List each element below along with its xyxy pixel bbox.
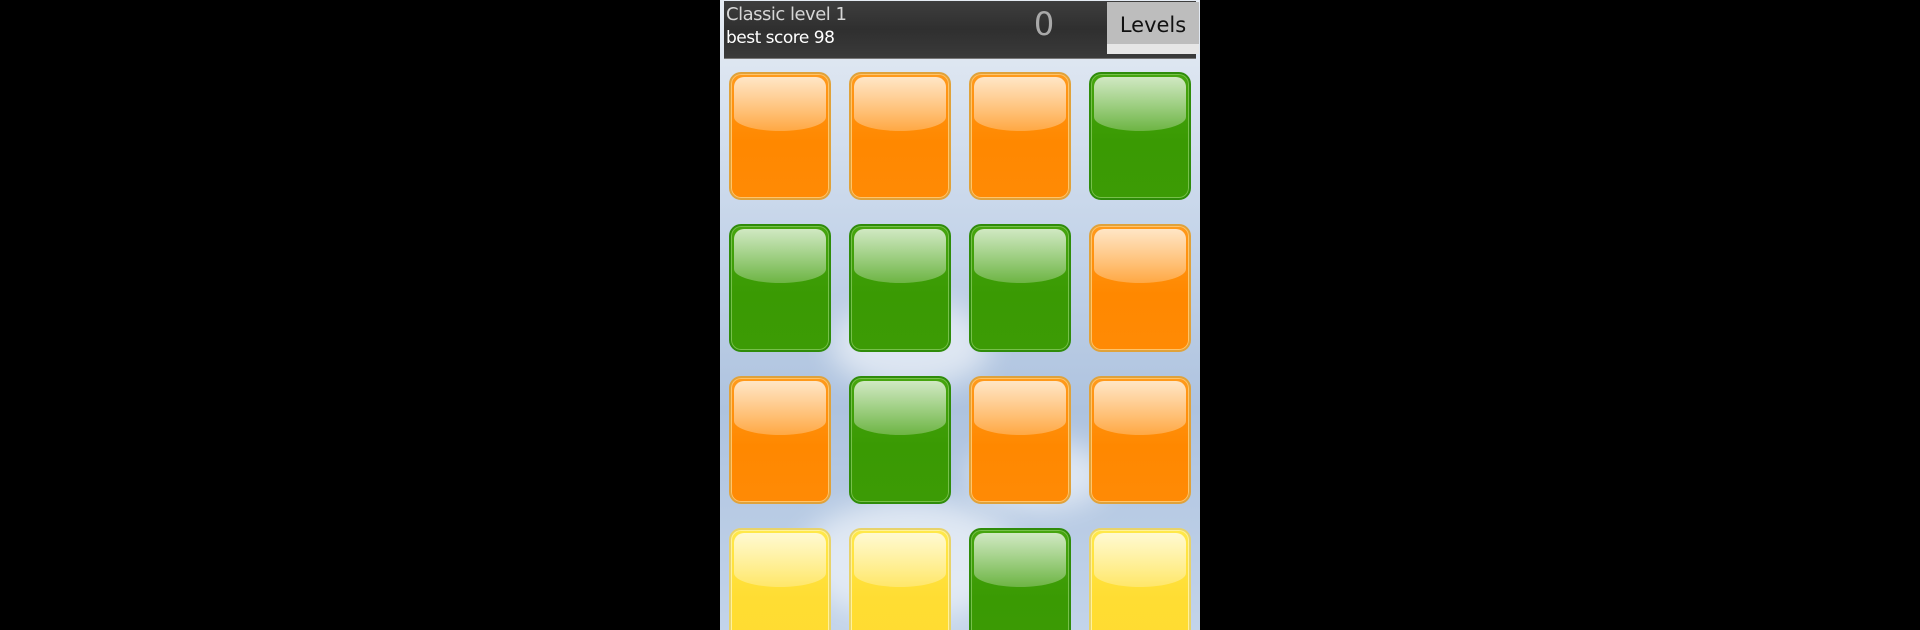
tile-orange[interactable] [729,72,831,200]
levels-button-label: Levels [1119,12,1187,37]
header-bar: Classic level 1 best score 98 0 Levels [724,1,1199,59]
tile-yellow[interactable] [849,528,951,630]
tile-yellow[interactable] [729,528,831,630]
tile-orange[interactable] [969,72,1071,200]
best-score: best score 98 [726,28,835,48]
tile-green[interactable] [849,376,951,504]
tile-green[interactable] [729,224,831,352]
tile-orange[interactable] [729,376,831,504]
tile-green[interactable] [969,224,1071,352]
tile-orange[interactable] [849,72,951,200]
tile-yellow[interactable] [1089,528,1191,630]
levels-button[interactable]: Levels [1107,2,1199,54]
tile-orange[interactable] [1089,224,1191,352]
tile-orange[interactable] [1089,376,1191,504]
tile-green[interactable] [849,224,951,352]
tile-orange[interactable] [969,376,1071,504]
level-title: Classic level 1 [726,4,847,25]
tile-green[interactable] [969,528,1071,630]
game-screen: Classic level 1 best score 98 0 Levels [720,0,1200,630]
current-score: 0 [1033,5,1055,43]
tile-green[interactable] [1089,72,1191,200]
